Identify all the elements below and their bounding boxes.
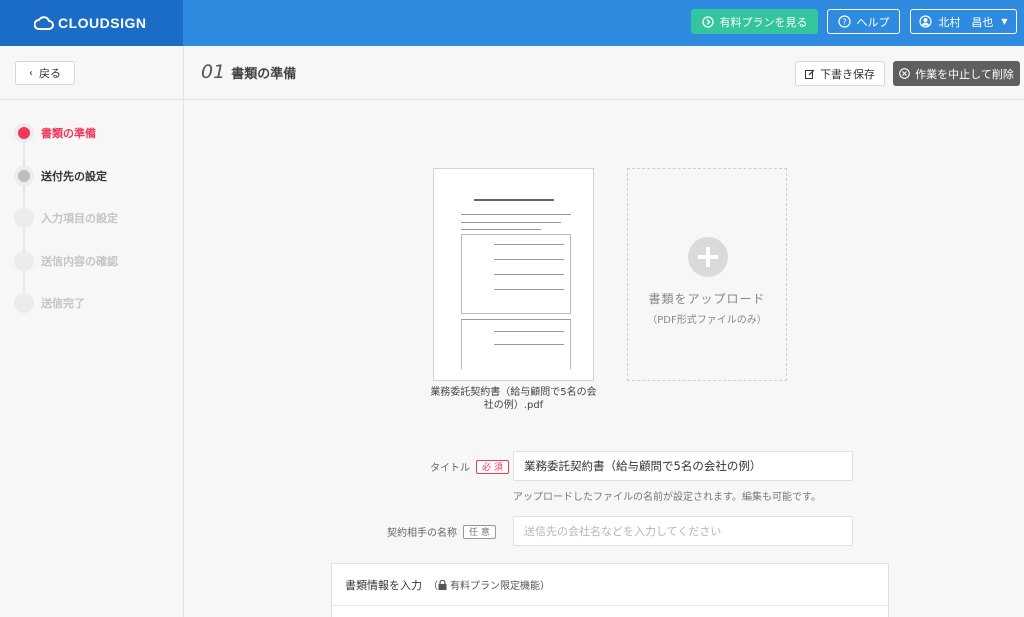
- view-paid-plan-button[interactable]: 有料プランを見る: [691, 9, 818, 34]
- step-recipient-settings[interactable]: 送付先の設定: [14, 166, 107, 186]
- paid-feature-label: 有料プラン限定機能: [450, 581, 540, 592]
- back-label: 戻る: [39, 67, 61, 80]
- partner-label-row: 契約相手の名称 任 意: [387, 524, 496, 539]
- save-draft-label: 下書き保存: [820, 67, 875, 81]
- document-info-heading: 書類情報を入力: [345, 578, 422, 592]
- step-complete: 送信完了: [14, 293, 85, 313]
- doc-preview-line: [494, 274, 564, 275]
- save-draft-button[interactable]: 下書き保存: [795, 61, 885, 86]
- help-button[interactable]: ? ヘルプ: [827, 9, 900, 34]
- title-help-text: アップロードしたファイルの名前が設定されます。編集も可能です。: [513, 492, 821, 503]
- required-badge: 必 須: [476, 459, 509, 474]
- upload-dropzone[interactable]: 書類をアップロード （PDF形式ファイルのみ）: [627, 168, 787, 381]
- step-dot: [18, 212, 30, 224]
- doc-preview-line: [494, 344, 564, 345]
- cloud-logo-icon: [34, 16, 54, 30]
- step-dot: [18, 297, 30, 309]
- paren-open: （: [428, 581, 438, 592]
- chevron-left-icon: ‹: [29, 67, 33, 79]
- step-label: 送信内容の確認: [41, 255, 118, 268]
- close-circle-icon: [899, 68, 911, 79]
- edit-icon: [805, 69, 815, 79]
- paren-close: ）: [540, 581, 550, 592]
- top-header: CLOUDSIGN 有料プランを見る ? ヘルプ 北村 昌也 ▼: [0, 0, 1024, 46]
- step-number: 01: [201, 61, 226, 83]
- logo-text: CLOUDSIGN: [58, 15, 147, 31]
- cancel-and-delete-button[interactable]: 作業を中止して削除: [893, 61, 1020, 86]
- user-name: 北村 昌也: [938, 15, 994, 29]
- plus-icon: [688, 237, 728, 277]
- doc-preview-line: [494, 259, 564, 260]
- document-info-header[interactable]: 書類情報を入力 （ 有料プラン限定機能 ）: [332, 564, 888, 606]
- step-sidebar: 書類の準備 送付先の設定 入力項目の設定 送信内容の確認 送信完了: [0, 100, 184, 617]
- title-input[interactable]: 業務委託契約書（給与顧問で5名の会社の例）: [513, 451, 853, 481]
- title-label-row: タイトル 必 須: [430, 459, 509, 474]
- document-file-name: 業務委託契約書（給与顧問で5名の会社の例）.pdf: [430, 387, 597, 411]
- step-confirm: 送信内容の確認: [14, 251, 118, 271]
- upload-title: 書類をアップロード: [648, 292, 766, 306]
- lock-icon: [438, 579, 447, 590]
- caret-down-icon: ▼: [1001, 17, 1008, 26]
- step-indicator: [14, 123, 34, 143]
- logo[interactable]: CLOUDSIGN: [0, 0, 183, 46]
- document-thumbnail[interactable]: [433, 168, 594, 381]
- step-label: 書類の準備: [41, 127, 96, 140]
- step-dot: [18, 255, 30, 267]
- question-icon: ?: [837, 15, 851, 28]
- title-label: タイトル: [430, 463, 470, 474]
- divider: [183, 46, 184, 100]
- back-button[interactable]: ‹ 戻る: [15, 61, 75, 85]
- doc-preview-line: [461, 222, 561, 223]
- doc-preview-line: [461, 229, 541, 230]
- upload-subtitle: （PDF形式ファイルのみ）: [647, 315, 767, 326]
- cancel-and-delete-label: 作業を中止して削除: [915, 67, 1014, 81]
- step-indicator: [14, 208, 34, 228]
- step-document-prep[interactable]: 書類の準備: [14, 123, 96, 143]
- step-indicator: [14, 293, 34, 313]
- step-label: 送信完了: [41, 297, 85, 310]
- page-title: 01 書類の準備: [201, 61, 296, 83]
- paid-feature-note: （ 有料プラン限定機能 ）: [428, 577, 550, 592]
- help-label: ヘルプ: [856, 15, 890, 29]
- document-info-panel: 書類情報を入力 （ 有料プラン限定機能 ）: [331, 563, 889, 617]
- doc-preview-heading: [474, 199, 554, 201]
- partner-label: 契約相手の名称: [387, 528, 457, 539]
- optional-badge: 任 意: [463, 524, 496, 539]
- step-dot: [18, 170, 30, 182]
- step-input-fields: 入力項目の設定: [14, 208, 118, 228]
- svg-text:?: ?: [842, 18, 846, 27]
- step-dot: [18, 127, 30, 139]
- doc-preview-line: [461, 214, 571, 215]
- step-title: 書類の準備: [231, 67, 297, 82]
- doc-preview-line: [494, 244, 564, 245]
- user-menu-button[interactable]: 北村 昌也 ▼: [910, 9, 1017, 34]
- doc-preview-line: [494, 331, 564, 332]
- user-icon: [919, 15, 933, 28]
- step-label: 入力項目の設定: [41, 212, 118, 225]
- arrow-circle-icon: [701, 15, 714, 28]
- doc-preview-line: [494, 289, 564, 290]
- view-paid-plan-label: 有料プランを見る: [719, 15, 808, 29]
- step-indicator: [14, 166, 34, 186]
- partner-name-input[interactable]: 送信先の会社名などを入力してください: [513, 516, 853, 546]
- step-label: 送付先の設定: [41, 170, 107, 183]
- doc-preview-line: [461, 319, 571, 320]
- step-indicator: [14, 251, 34, 271]
- sub-header: ‹ 戻る 01 書類の準備 下書き保存 作業を中止して削除: [0, 46, 1024, 100]
